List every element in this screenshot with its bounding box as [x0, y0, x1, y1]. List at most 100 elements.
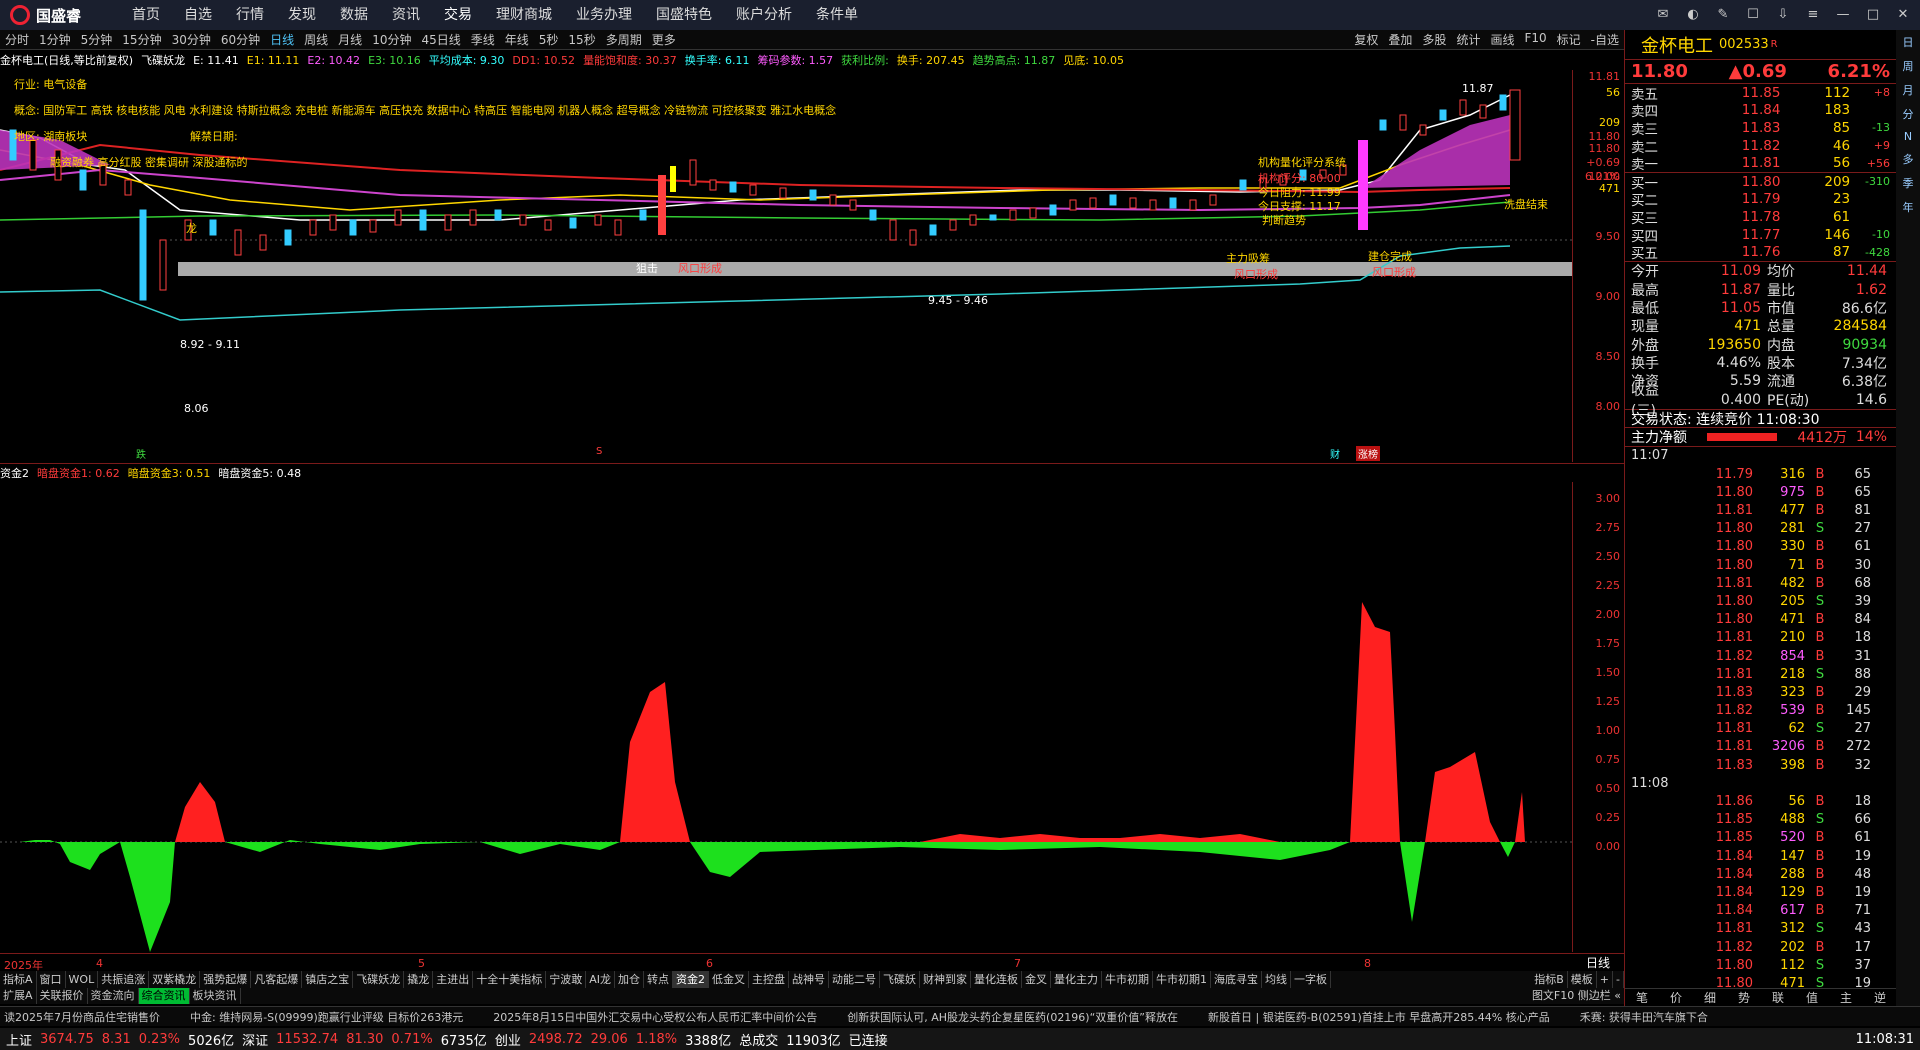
menu-item[interactable]: 数据 — [328, 0, 380, 30]
info-tab[interactable]: 关联报价 — [37, 988, 88, 1004]
chart-tool[interactable]: 标记 — [1552, 31, 1586, 48]
sz-index-label[interactable]: 深证 — [242, 1030, 268, 1049]
sidebar-button[interactable]: 分 — [1903, 106, 1914, 122]
indicator-tab[interactable]: 牛市初期 — [1102, 971, 1153, 988]
menu-item[interactable]: 条件单 — [804, 0, 870, 30]
sidebar-button[interactable]: 周 — [1903, 58, 1914, 74]
sidebar-button[interactable]: 季 — [1903, 175, 1914, 191]
period-tab[interactable]: 15分钟 — [117, 31, 166, 48]
close-icon[interactable]: ✕ — [1892, 4, 1914, 26]
menu-item[interactable]: 自选 — [172, 0, 224, 30]
period-tab[interactable]: 分时 — [0, 31, 34, 48]
news-item[interactable]: 创新获国际认可, AH股龙头药企复星医药(02196)“双重价值”释放在 — [847, 1009, 1178, 1025]
indicator-tab[interactable]: 一字板 — [1291, 971, 1331, 988]
indicator-tab[interactable]: 飞碟妖 — [880, 971, 920, 988]
period-tab[interactable]: 30分钟 — [167, 31, 216, 48]
indicator-tab[interactable]: 量化连板 — [971, 971, 1022, 988]
period-tab[interactable]: 60分钟 — [216, 31, 265, 48]
indicator-tab[interactable]: AI龙 — [586, 971, 615, 988]
news-item[interactable]: 读2025年7月份商品住宅销售价 — [4, 1009, 160, 1025]
news-item[interactable]: 中金: 维持网易-S(09999)跑赢行业评级 目标价263港元 — [190, 1009, 463, 1025]
indicator-tab[interactable]: 窗口 — [37, 971, 66, 988]
indicator-tab[interactable]: 主进出 — [433, 971, 474, 988]
indicator-tool[interactable]: - — [1613, 971, 1624, 988]
quote-tab[interactable]: 细 — [1693, 989, 1727, 1006]
indicator-tab[interactable]: 指标A — [0, 971, 37, 988]
info-tab[interactable]: 综合资讯 — [138, 988, 190, 1004]
info-tab[interactable]: 扩展A — [0, 988, 37, 1004]
menu-item[interactable]: 账户分析 — [724, 0, 804, 30]
indicator-tab[interactable]: 宁波敢 — [546, 971, 587, 988]
period-tab[interactable]: 1分钟 — [34, 31, 76, 48]
indicator-chart[interactable] — [0, 482, 1572, 952]
news-item[interactable]: 新股首日 | 银诺医药-B(02591)首挂上市 早盘高开285.44% 核心产… — [1208, 1009, 1550, 1025]
period-tab[interactable]: 多周期 — [601, 31, 647, 48]
period-tab[interactable]: 更多 — [647, 31, 681, 48]
indicator-tool[interactable]: 模板 — [1568, 971, 1597, 988]
sidebar-button[interactable]: 年 — [1903, 199, 1914, 215]
menu-item[interactable]: 交易 — [432, 0, 484, 30]
quote-tab[interactable]: 笔 — [1625, 989, 1659, 1006]
f10-sidebar-toggle[interactable]: 图文F10 侧边栏 « — [1529, 988, 1624, 1004]
indicator-tab[interactable]: 转点 — [644, 971, 673, 988]
maximize-icon[interactable]: □ — [1862, 4, 1884, 26]
period-tab[interactable]: 5分钟 — [76, 31, 118, 48]
indicator-tab[interactable]: 加仓 — [615, 971, 644, 988]
indicator-tab[interactable]: 强势起爆 — [200, 971, 252, 988]
info-tab[interactable]: 板块资讯 — [190, 988, 241, 1004]
chart-tool[interactable]: 复权 — [1349, 31, 1383, 48]
sidebar-button[interactable]: 多 — [1903, 151, 1914, 167]
chart-tool[interactable]: -自选 — [1586, 31, 1624, 48]
period-tab[interactable]: 月线 — [333, 31, 367, 48]
kline-chart[interactable] — [0, 70, 1572, 462]
chart-tool[interactable]: F10 — [1519, 31, 1551, 48]
indicator-tab[interactable]: 量化主力 — [1051, 971, 1102, 988]
indicator-tab[interactable]: WOL — [66, 971, 99, 988]
sidebar-button[interactable]: 日 — [1903, 34, 1914, 50]
quote-tab[interactable]: 联 — [1761, 989, 1795, 1006]
indicator-tab[interactable]: 飞碟妖龙 — [353, 971, 405, 988]
quote-tab[interactable]: 价 — [1659, 989, 1693, 1006]
period-tab[interactable]: 年线 — [500, 31, 534, 48]
indicator-tab[interactable]: 双紫橇龙 — [149, 971, 201, 988]
indicator-tab[interactable]: 金叉 — [1022, 971, 1051, 988]
indicator-tool[interactable]: 指标B — [1531, 971, 1568, 988]
indicator-tab[interactable]: 均线 — [1262, 971, 1291, 988]
menu-item[interactable]: 行情 — [224, 0, 276, 30]
menu-item[interactable]: 业务办理 — [564, 0, 644, 30]
quote-tab[interactable]: 势 — [1727, 989, 1761, 1006]
indicator-tab[interactable]: 财神到家 — [920, 971, 971, 988]
chart-tool[interactable]: 叠加 — [1383, 31, 1417, 48]
period-tab[interactable]: 15秒 — [563, 31, 600, 48]
indicator-tab[interactable]: 凡客起爆 — [251, 971, 303, 988]
quote-tab[interactable]: 逆 — [1863, 989, 1897, 1006]
news-item[interactable]: 2025年8月15日中国外汇交易中心受权公布人民币汇率中间价公告 — [493, 1009, 817, 1025]
cy-index-label[interactable]: 创业 — [495, 1030, 521, 1049]
period-tab[interactable]: 10分钟 — [367, 31, 416, 48]
sidebar-button[interactable]: 月 — [1903, 82, 1914, 98]
chart-tool[interactable]: 多股 — [1417, 31, 1451, 48]
info-tab[interactable]: 资金流向 — [88, 988, 139, 1004]
chart-tool[interactable]: 统计 — [1451, 31, 1485, 48]
indicator-tab[interactable]: 资金2 — [672, 971, 709, 988]
period-tab[interactable]: 周线 — [299, 31, 333, 48]
news-item[interactable]: 禾赛: 获得丰田汽车旗下合 — [1580, 1009, 1708, 1025]
indicator-tab[interactable]: 撬龙 — [404, 971, 434, 988]
menu-item[interactable]: 国盛特色 — [644, 0, 724, 30]
indicator-tab[interactable]: 共振追涨 — [98, 971, 150, 988]
menu-item[interactable]: 首页 — [120, 0, 172, 30]
period-tab[interactable]: 45日线 — [416, 31, 465, 48]
tool-icon[interactable]: ✎ — [1712, 4, 1734, 26]
period-tab[interactable]: 5秒 — [534, 31, 564, 48]
sh-index-label[interactable]: 上证 — [6, 1030, 32, 1049]
quote-tab[interactable]: 值 — [1795, 989, 1829, 1006]
period-tab[interactable]: 季线 — [466, 31, 500, 48]
indicator-tab[interactable]: 牛市初期1 — [1153, 971, 1211, 988]
indicator-tab[interactable]: 动能二号 — [829, 971, 880, 988]
period-tab[interactable]: 日线 — [265, 31, 299, 48]
menu-icon[interactable]: ≡ — [1802, 4, 1824, 26]
indicator-tool[interactable]: + — [1597, 971, 1614, 988]
menu-item[interactable]: 理财商城 — [484, 0, 564, 30]
download-icon[interactable]: ⇩ — [1772, 4, 1794, 26]
quote-tab[interactable]: 主 — [1829, 989, 1863, 1006]
